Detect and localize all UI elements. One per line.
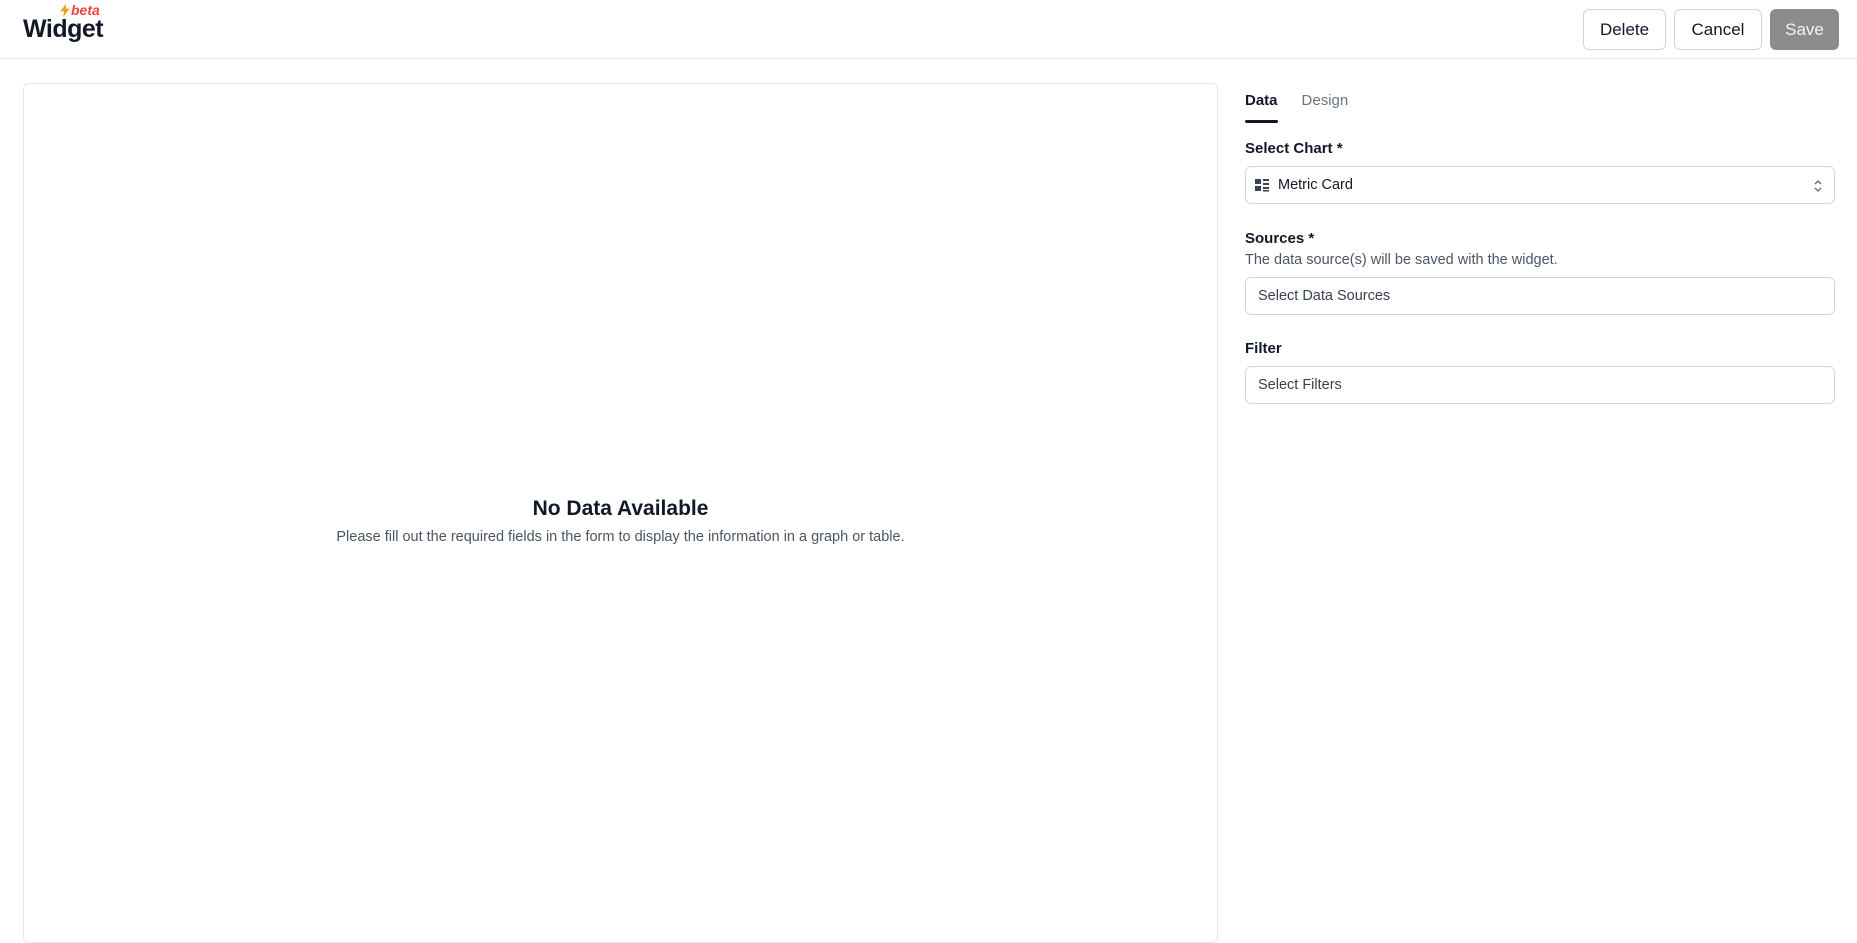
empty-state: No Data Available Please fill out the re… <box>24 497 1217 545</box>
chart-select[interactable]: Metric Card <box>1245 166 1835 204</box>
chart-select-value: Metric Card <box>1278 177 1353 193</box>
sources-field-label: Sources * <box>1245 230 1315 247</box>
page-title: Widget <box>23 15 104 43</box>
filter-select[interactable]: Select Filters <box>1245 366 1835 404</box>
tab-data[interactable]: Data <box>1245 83 1278 123</box>
widget-preview: No Data Available Please fill out the re… <box>23 83 1218 943</box>
header-actions: Delete Cancel Save <box>1583 9 1839 50</box>
top-bar: beta Widget Delete Cancel Save <box>0 0 1857 59</box>
sources-help-text: The data source(s) will be saved with th… <box>1245 252 1558 268</box>
sources-field: Sources * The data source(s) will be sav… <box>1245 230 1835 315</box>
chart-field-label: Select Chart * <box>1245 140 1343 157</box>
filter-field-label: Filter <box>1245 340 1282 357</box>
filter-placeholder: Select Filters <box>1258 377 1342 393</box>
metric-card-icon <box>1255 179 1269 192</box>
tab-design[interactable]: Design <box>1302 83 1349 123</box>
filter-field: Filter Select Filters <box>1245 340 1835 404</box>
panel-tabs: Data Design <box>1245 83 1835 123</box>
empty-state-message: Please fill out the required fields in t… <box>336 529 905 545</box>
cancel-button[interactable]: Cancel <box>1674 9 1762 50</box>
delete-button[interactable]: Delete <box>1583 9 1666 50</box>
sources-placeholder: Select Data Sources <box>1258 288 1391 304</box>
app-logo: beta Widget <box>23 2 113 44</box>
empty-state-title: No Data Available <box>532 497 709 520</box>
chevron-up-down-icon <box>1814 179 1822 193</box>
sources-select[interactable]: Select Data Sources <box>1245 277 1835 315</box>
chart-field: Select Chart * Metric Card <box>1245 140 1835 204</box>
settings-panel: Data Design Select Chart * Metric Card S… <box>1245 83 1835 404</box>
save-button[interactable]: Save <box>1770 9 1839 50</box>
